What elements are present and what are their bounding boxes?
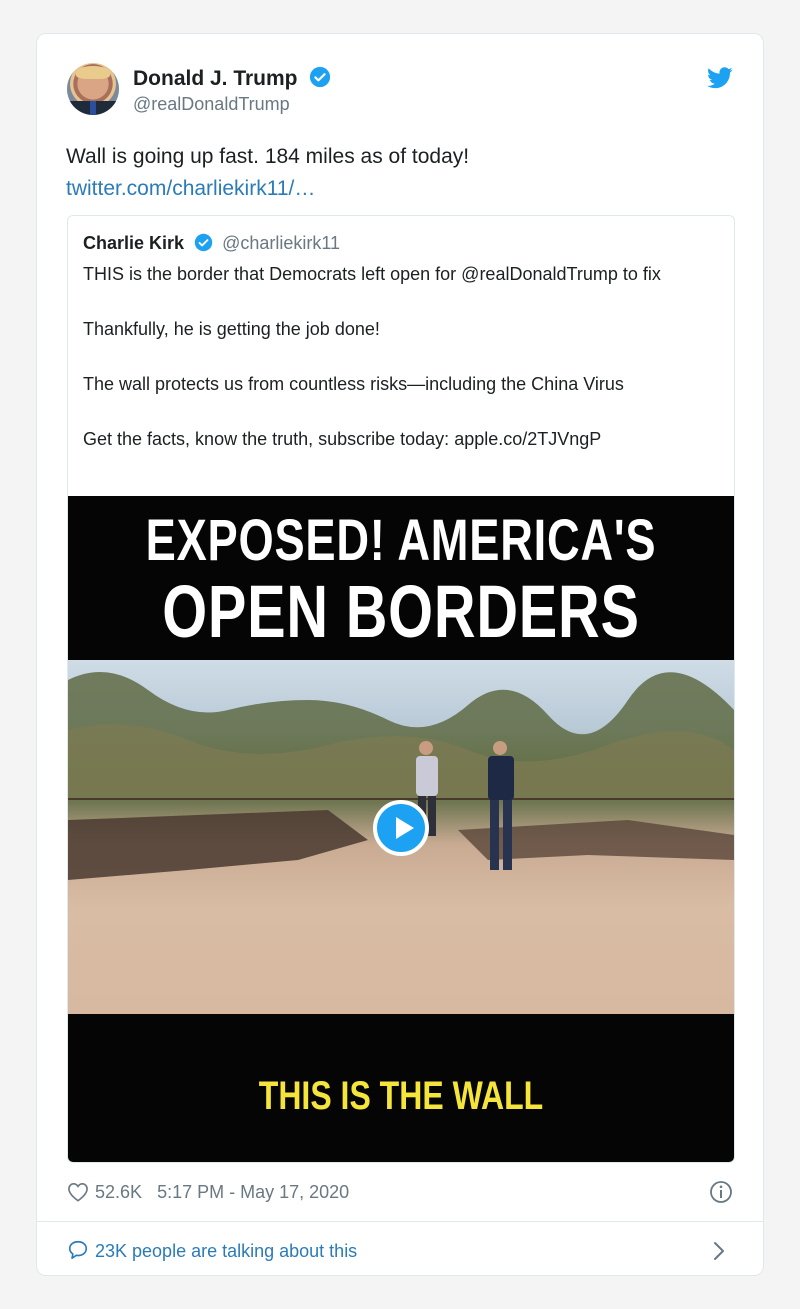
- quoted-paragraph: Get the facts, know the truth, subscribe…: [83, 429, 602, 449]
- quoted-tweet-header: Charlie Kirk @charliekirk11: [83, 233, 340, 254]
- quoted-paragraph: Thankfully, he is getting the job done!: [83, 319, 380, 339]
- quoted-tweet[interactable]: Charlie Kirk @charliekirk11 THIS is the …: [67, 215, 735, 1163]
- tweet-link[interactable]: twitter.com/charliekirk11/…: [66, 173, 736, 205]
- info-icon[interactable]: [709, 1180, 733, 1204]
- speech-bubble-icon: [68, 1240, 88, 1260]
- twitter-bird-icon[interactable]: [707, 67, 733, 89]
- tweet-text-block: Wall is going up fast. 184 miles as of t…: [66, 141, 736, 205]
- quoted-author-handle[interactable]: @charliekirk11: [222, 233, 340, 253]
- verified-badge-icon: [194, 233, 213, 252]
- divider: [37, 1221, 763, 1222]
- people-illustration: [416, 741, 514, 870]
- tweet-meta: 52.6K 5:17 PM - May 17, 2020: [67, 1182, 349, 1203]
- video-scene-image: [68, 660, 734, 1014]
- video-caption: THIS IS THE WALL: [258, 1074, 544, 1118]
- tweet-text: Wall is going up fast. 184 miles as of t…: [66, 145, 470, 168]
- video-thumbnail[interactable]: EXPOSED! AMERICA'S OPEN BORDERS THIS IS …: [68, 496, 734, 1162]
- author-avatar[interactable]: [67, 63, 119, 115]
- verified-badge-icon: [310, 66, 331, 88]
- trees-illustration: [68, 672, 734, 800]
- author-name[interactable]: Donald J. Trump: [133, 67, 298, 90]
- like-count[interactable]: 52.6K: [95, 1182, 142, 1202]
- video-headline: EXPOSED! AMERICA'S OPEN BORDERS: [141, 510, 660, 652]
- video-headline-line1: EXPOSED! AMERICA'S: [145, 508, 657, 573]
- tweet-timestamp[interactable]: 5:17 PM - May 17, 2020: [157, 1182, 349, 1202]
- heart-icon[interactable]: [67, 1182, 89, 1202]
- quoted-paragraph: The wall protects us from countless risk…: [83, 374, 624, 394]
- author-handle[interactable]: @realDonaldTrump: [133, 94, 290, 115]
- conversation-label[interactable]: 23K people are talking about this: [95, 1241, 357, 1261]
- quoted-paragraph: THIS is the border that Democrats left o…: [83, 264, 661, 284]
- quoted-author-name[interactable]: Charlie Kirk: [83, 233, 184, 253]
- video-headline-line2: OPEN BORDERS: [162, 570, 640, 653]
- embedded-tweet-card: Donald J. Trump @realDonaldTrump Wall is…: [36, 33, 764, 1276]
- conversation-link[interactable]: 23K people are talking about this: [67, 1239, 357, 1262]
- author-name-row[interactable]: Donald J. Trump: [133, 66, 331, 91]
- chevron-right-icon[interactable]: [711, 1240, 727, 1262]
- quoted-tweet-text: THIS is the border that Democrats left o…: [83, 260, 723, 480]
- play-icon[interactable]: [373, 800, 429, 856]
